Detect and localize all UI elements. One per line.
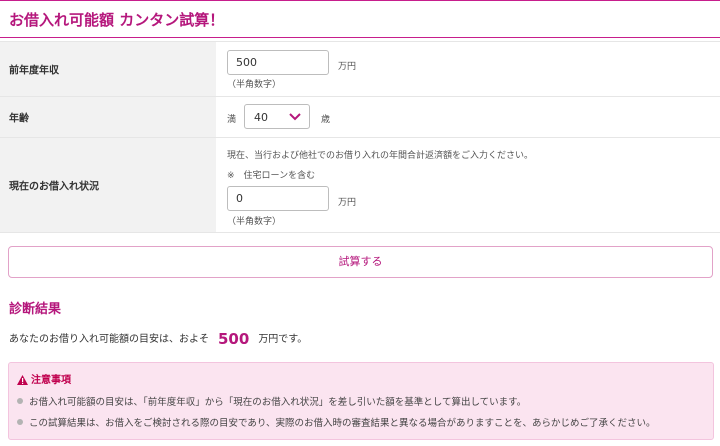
age-suffix: 歳 (321, 115, 331, 125)
calculate-button[interactable]: 試算する (8, 246, 713, 278)
age-prefix: 満 (227, 115, 237, 125)
chevron-down-icon (289, 113, 301, 121)
debt-label: 現在のお借入れ状況 (9, 181, 99, 193)
debt-label-cell: 現在のお借入れ状況 (0, 138, 216, 232)
income-label-cell: 前年度年収 (0, 42, 216, 96)
age-row: 年齢 満 40 歳 (0, 97, 720, 138)
bullet-icon (17, 398, 23, 404)
debt-description: 現在、当行および他社でのお借り入れの年間合計返済額をご入力ください。 (227, 151, 534, 161)
debt-unit: 万円 (338, 198, 357, 208)
age-label-cell: 年齢 (0, 97, 216, 137)
age-label: 年齢 (9, 113, 29, 125)
age-select[interactable]: 40 (244, 104, 310, 129)
debt-note: （半角数字） (227, 217, 282, 227)
result-line: あなたのお借り入れ可能額の目安は、およそ 500 万円です。 (9, 330, 307, 348)
income-note: （半角数字） (227, 80, 282, 90)
notice-heading-text: 注意事項 (31, 375, 71, 386)
notice-heading: 注意事項 (17, 371, 71, 386)
housing-loan-note: ※ 住宅ローンを含む (227, 171, 316, 181)
debt-row: 現在のお借入れ状況 現在、当行および他社でのお借り入れの年間合計返済額をご入力く… (0, 138, 720, 233)
result-amount: 500 (218, 330, 250, 348)
bullet-icon (17, 419, 23, 425)
notice-item: お借入れ可能額の目安は、「前年度年収」から「現在のお借入れ状況」を差し引いた額を… (17, 394, 526, 408)
notice-item-text: お借入れ可能額の目安は、「前年度年収」から「現在のお借入れ状況」を差し引いた額を… (29, 397, 527, 408)
notice-item: この試算結果は、お借入をご検討される際の目安であり、実際のお借入時の審査結果と異… (17, 415, 656, 429)
debt-input[interactable] (227, 186, 329, 211)
income-label: 前年度年収 (9, 65, 59, 77)
result-prefix: あなたのお借り入れ可能額の目安は、およそ (9, 334, 209, 345)
result-suffix: 万円です。 (258, 334, 308, 345)
income-input[interactable] (227, 50, 329, 75)
income-row: 前年度年収 万円 （半角数字） (0, 41, 720, 97)
result-heading: 診断結果 (9, 302, 62, 317)
warning-icon (17, 375, 28, 385)
age-select-value: 40 (254, 111, 268, 124)
notice-item-text: この試算結果は、お借入をご検討される際の目安であり、実際のお借入時の審査結果と異… (29, 418, 656, 429)
page-title: お借入れ可能額 カンタン試算！ (9, 11, 225, 29)
notice-box: 注意事項 お借入れ可能額の目安は、「前年度年収」から「現在のお借入れ状況」を差し… (8, 362, 714, 440)
title-bar: お借入れ可能額 カンタン試算！ (0, 0, 720, 38)
income-unit: 万円 (338, 62, 357, 72)
